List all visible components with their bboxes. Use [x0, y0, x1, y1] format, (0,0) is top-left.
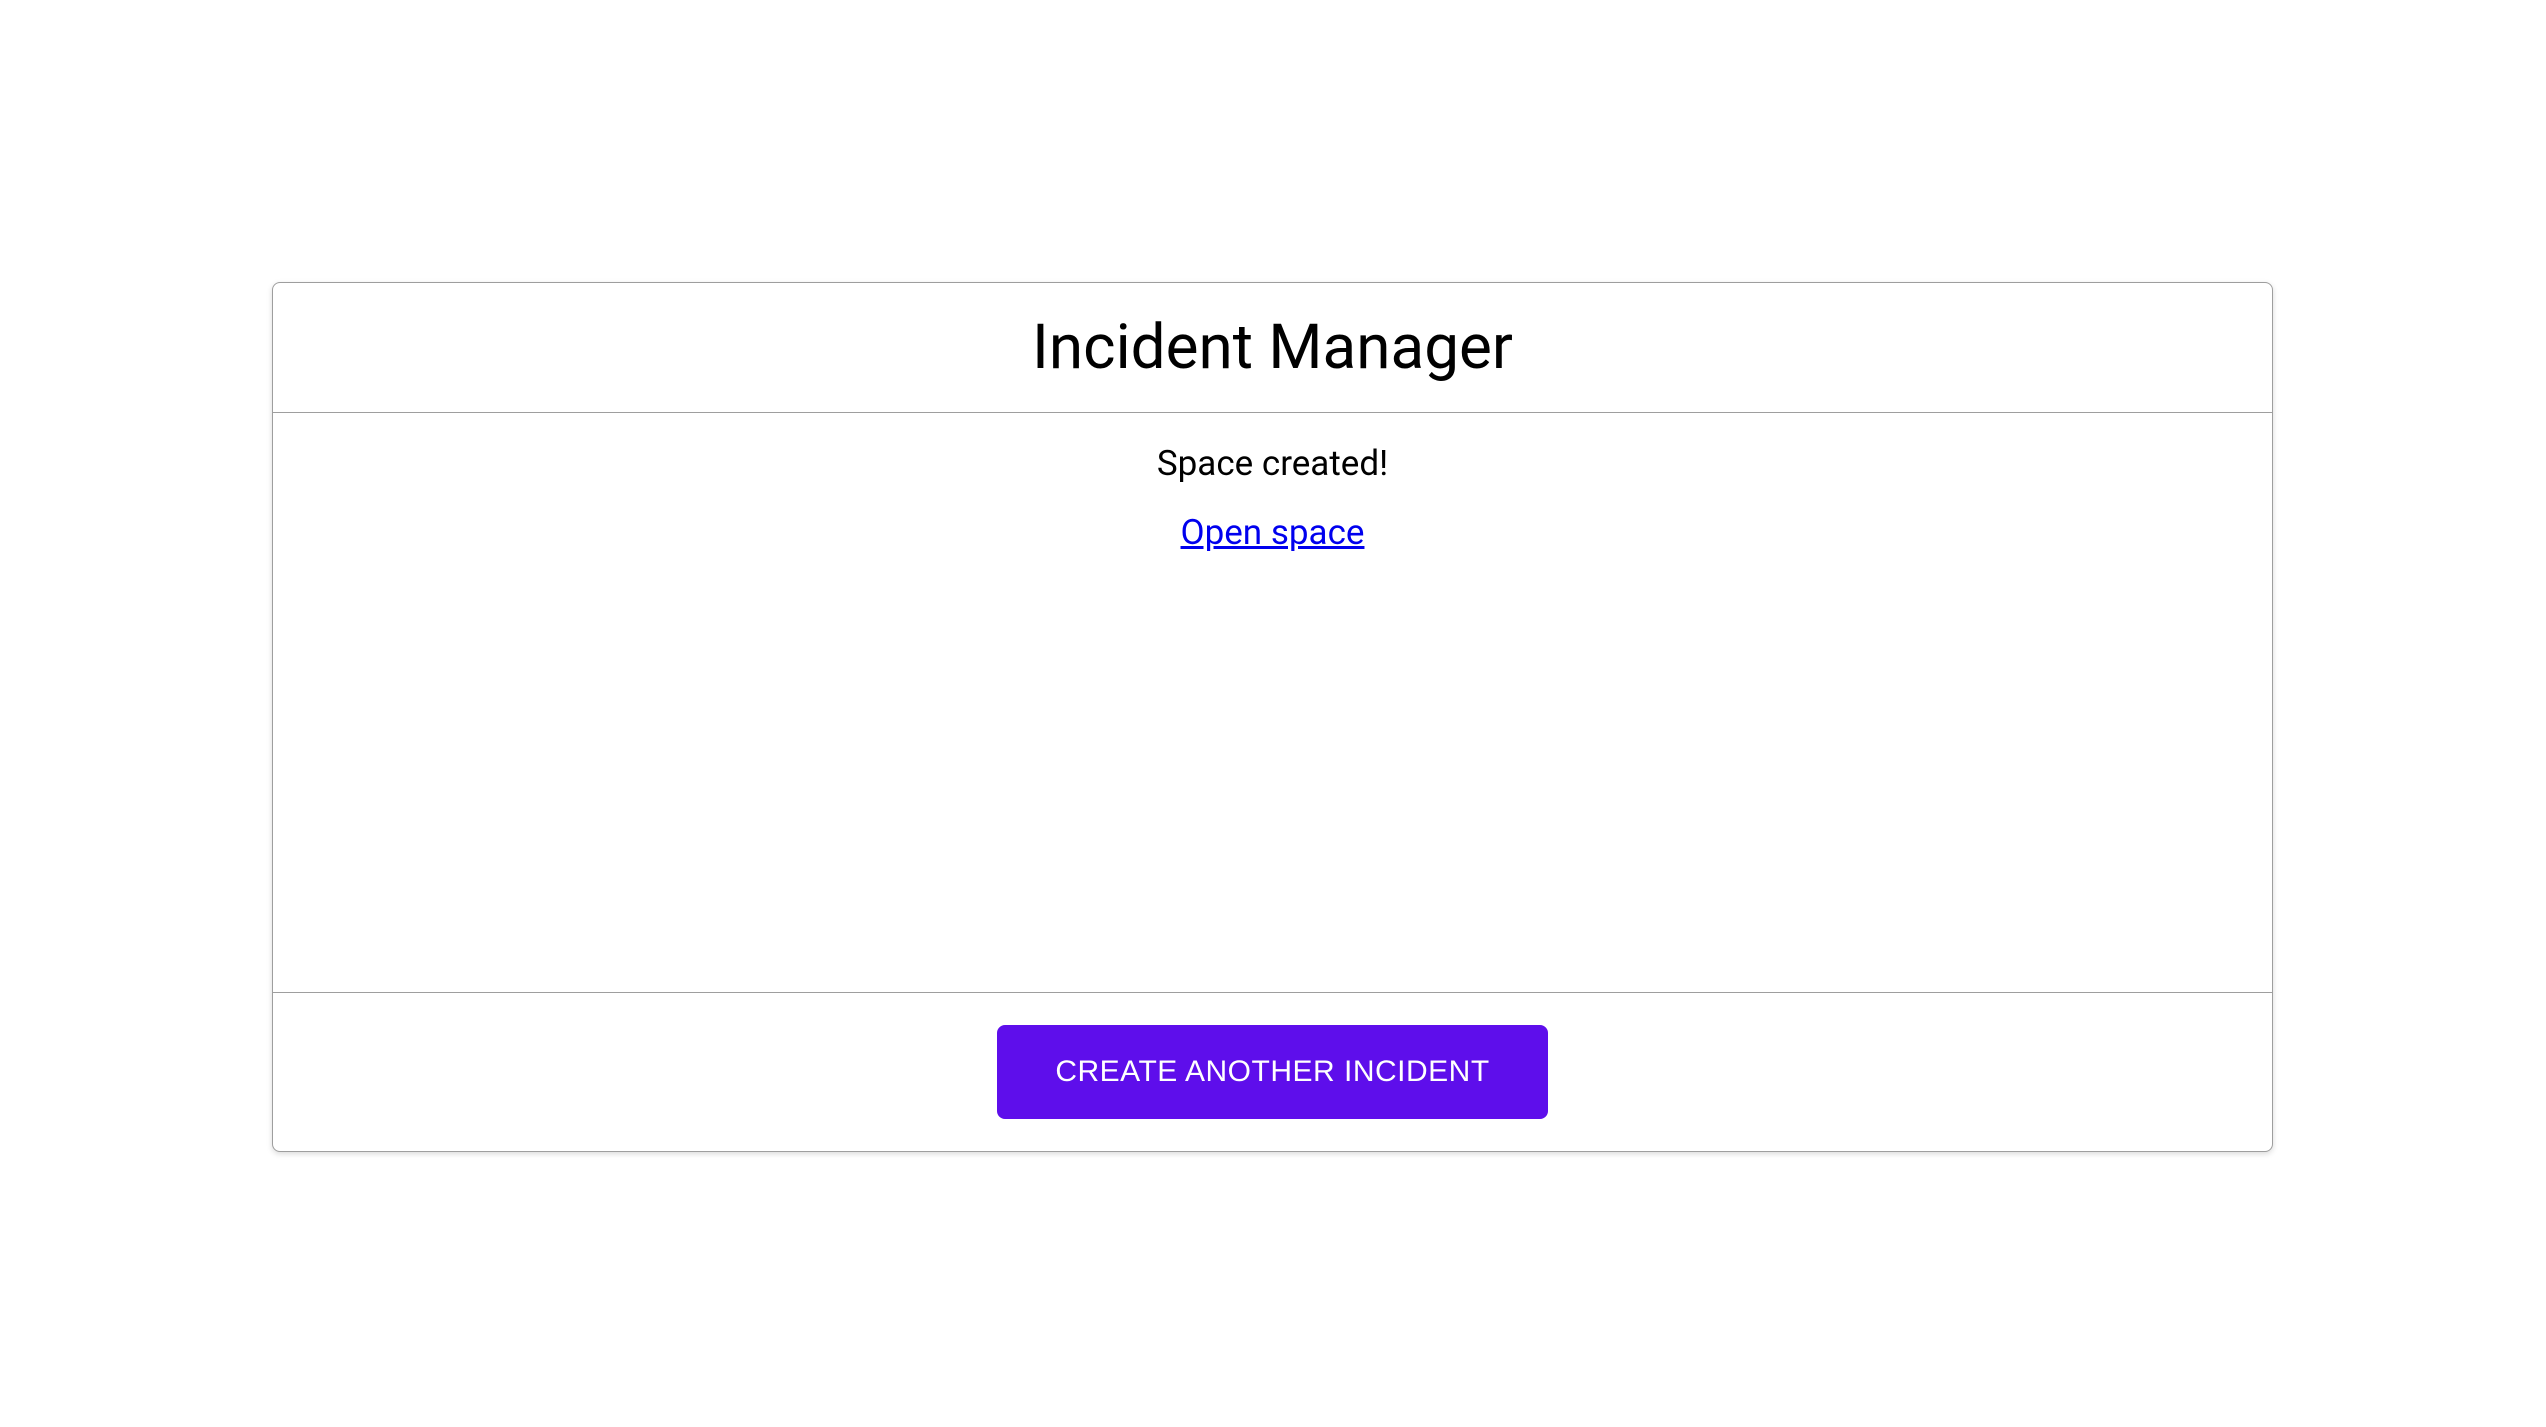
incident-manager-card: Incident Manager Space created! Open spa… — [272, 282, 2273, 1152]
page-title: Incident Manager — [273, 311, 2272, 384]
open-space-link[interactable]: Open space — [1181, 512, 1365, 553]
card-footer: CREATE ANOTHER INCIDENT — [273, 993, 2272, 1151]
card-body: Space created! Open space — [273, 413, 2272, 993]
status-message: Space created! — [273, 443, 2272, 484]
card-header: Incident Manager — [273, 283, 2272, 413]
create-another-incident-button[interactable]: CREATE ANOTHER INCIDENT — [997, 1025, 1547, 1119]
